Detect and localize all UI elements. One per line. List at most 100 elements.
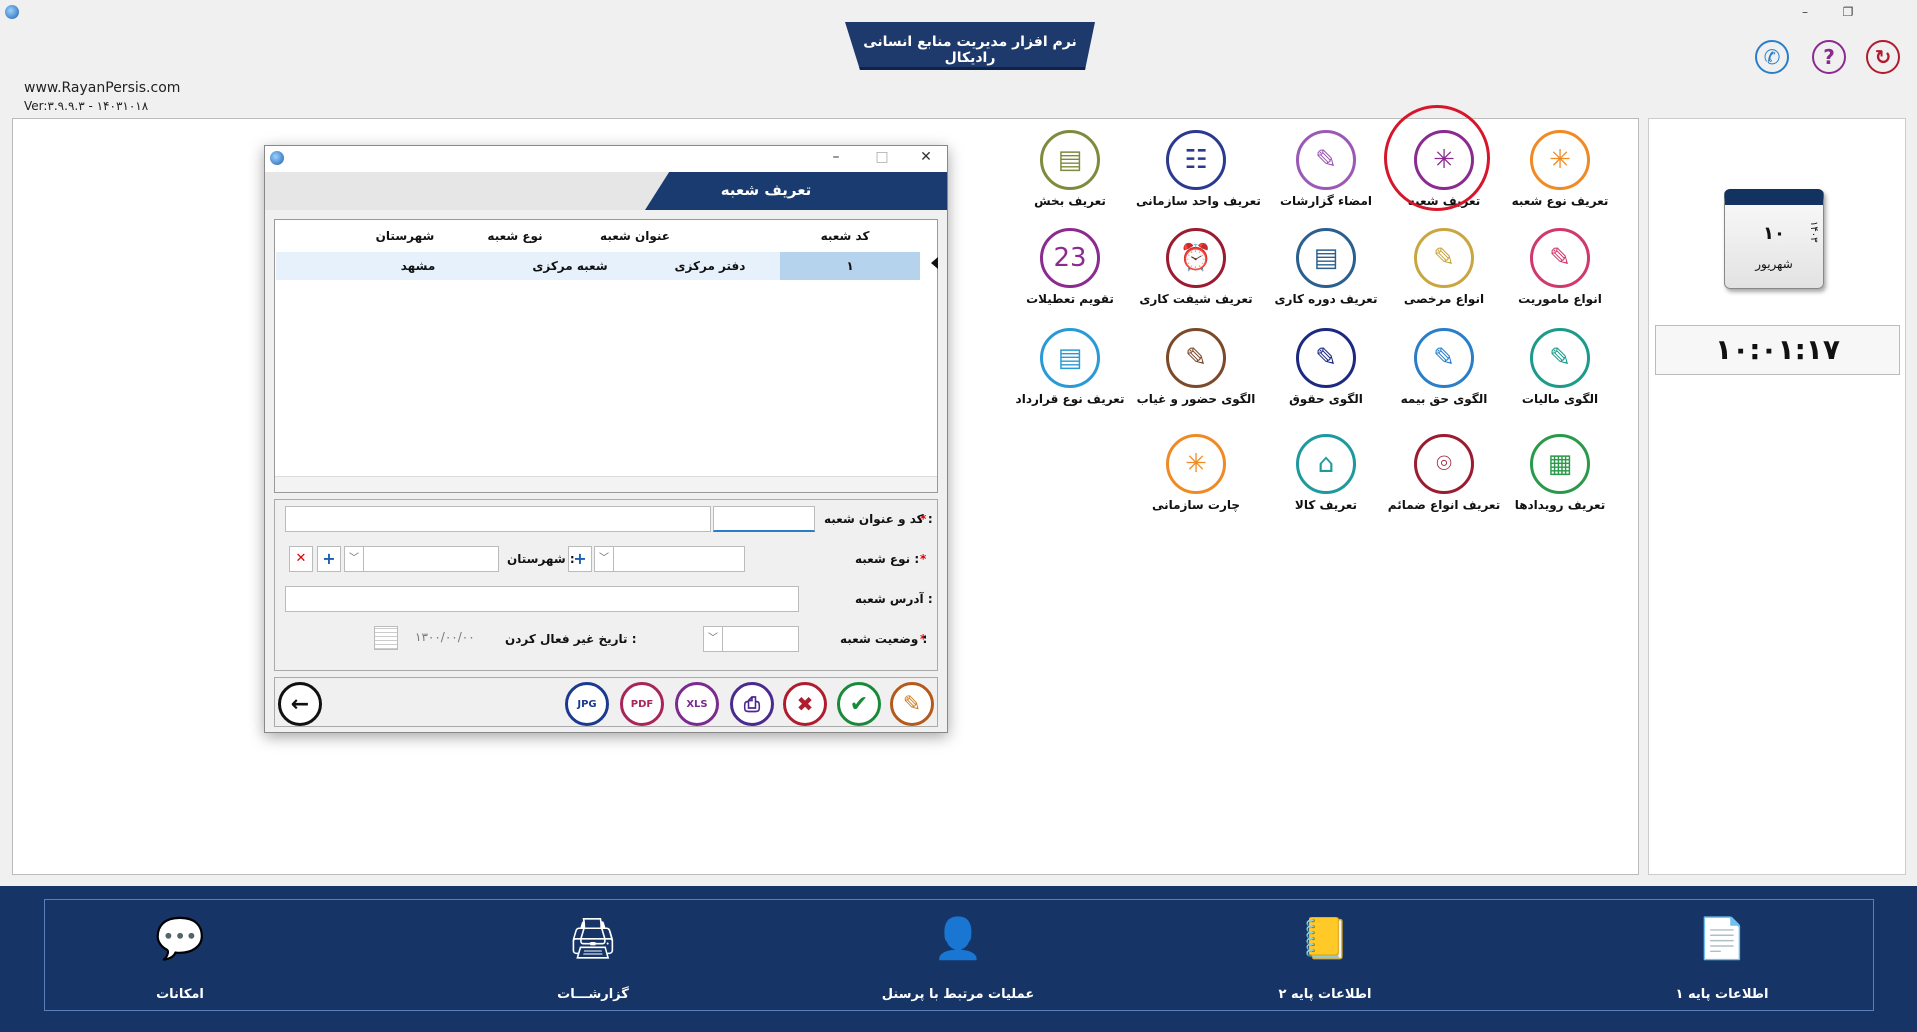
phone-icon[interactable]: ✆ [1755,40,1789,74]
export-pdf-button[interactable]: PDF [620,682,664,726]
icon-mission-types[interactable]: ✎ انواع ماموریت [1500,228,1620,306]
dialog-close-button[interactable]: ✕ [915,149,937,167]
insurance-pattern-icon: ✎ [1414,328,1474,388]
icon-work-shift[interactable]: ⏰ تعریف شیفت کاری [1136,228,1256,306]
icon-leave-types[interactable]: ✎ انواع مرخصی [1384,228,1504,306]
branch-definition-dialog: – □ ✕ تعریف شعبه کد شعبه عنوان شعبه نوع … [264,145,948,733]
icon-goods[interactable]: ⌂ تعریف کالا [1266,434,1386,512]
icon-section[interactable]: ▤ تعریف بخش [1010,130,1130,208]
delete-button[interactable]: ✖ [783,682,827,726]
icon-label: انواع مرخصی [1403,292,1485,306]
status-dropdown-icon[interactable]: ﹀ [703,626,723,652]
icon-label: تعریف نوع شعبه [1511,194,1609,208]
work-shift-icon: ⏰ [1166,228,1226,288]
nav-basic-info-2[interactable]: 📒 اطلاعات پایه ۲ [1215,905,1435,1003]
export-xls-button[interactable]: XLS [675,682,719,726]
grid-cell-type[interactable]: شعبه مرکزی [500,252,640,280]
icon-work-period[interactable]: ▤ تعریف دوره کاری [1266,228,1386,306]
nav-reports[interactable]: 🖨 گزارشـــات [483,905,703,1003]
branch-grid[interactable]: کد شعبه عنوان شعبه نوع شعبه شهرستان ۱ دف… [274,219,938,493]
export-jpg-button[interactable]: JPG [565,682,609,726]
clear-city-button[interactable]: ✕ [289,546,313,572]
calendar-picker-icon[interactable] [374,626,398,650]
grid-header-code[interactable]: کد شعبه [780,225,910,249]
grid-header-city[interactable]: شهرستان [340,225,470,249]
mission-types-icon: ✎ [1530,228,1590,288]
branch-type-select[interactable] [613,546,745,572]
icon-label: الگوی حضور و غیاب [1136,392,1256,406]
city-select[interactable] [363,546,499,572]
nav-label: گزارشـــات [557,987,629,1002]
grid-cell-code[interactable]: ۱ [780,252,920,280]
icon-label: تعریف واحد سازمانی [1136,194,1261,208]
grid-scrollbar[interactable] [275,476,937,492]
city-dropdown-icon[interactable]: ﹀ [344,546,364,572]
report-signature-icon: ✎ [1296,130,1356,190]
leave-types-icon: ✎ [1414,228,1474,288]
icon-tax-pattern[interactable]: ✎ الگوی مالیات [1500,328,1620,406]
nav-personnel-operations[interactable]: 👤 عملیات مرتبط با پرسنل [848,905,1068,1003]
dialog-title-banner: تعریف شعبه [645,172,947,210]
icon-label: تقویم تعطیلات [1026,292,1114,306]
branch-type-dropdown-icon[interactable]: ﹀ [594,546,614,572]
icon-contract-type[interactable]: ▤ تعریف نوع قرارداد [1010,328,1130,406]
icon-branch-type[interactable]: ✳ تعریف نوع شعبه [1500,130,1620,208]
website-link[interactable]: www.RayanPersis.com [24,80,180,96]
nav-basic-info-1[interactable]: 📄 اطلاعات پایه ۱ [1612,905,1832,1003]
status-label: وضعیت شعبه : [840,632,928,646]
minimize-button[interactable]: – [1794,4,1816,20]
section-icon: ▤ [1040,130,1100,190]
restore-button[interactable]: ❐ [1837,4,1859,20]
icon-label: تعریف نوع قرارداد [1015,392,1125,406]
nav-label: اطلاعات پایه ۲ [1278,987,1372,1002]
dialog-maximize-button[interactable]: □ [871,149,893,167]
holiday-calendar-icon: 23 [1040,228,1100,288]
events-icon: ▦ [1530,434,1590,494]
icon-org-unit[interactable]: ☷ تعریف واحد سازمانی [1136,130,1261,208]
grid-cell-title[interactable]: دفتر مرکزی [640,252,780,280]
dialog-button-bar: ← JPG PDF XLS ⎙ ✖ ✔ ✎ [274,677,938,727]
icon-label: تعریف کالا [1294,498,1358,512]
edit-button[interactable]: ✎ [890,682,934,726]
deactivation-date-input[interactable]: ۱۳۰۰/۰۰/۰۰ [415,630,475,644]
grid-header-title[interactable]: عنوان شعبه [570,225,700,249]
help-icon[interactable]: ? [1812,40,1846,74]
salary-pattern-icon: ✎ [1296,328,1356,388]
goods-icon: ⌂ [1296,434,1356,494]
icon-label: الگوی حقوق [1289,392,1363,406]
nav-facilities[interactable]: 💬 امکانات [70,905,290,1003]
back-button[interactable]: ← [278,682,322,726]
add-city-button[interactable]: + [317,546,341,572]
icon-salary-pattern[interactable]: ✎ الگوی حقوق [1266,328,1386,406]
city-label: شهرستان : [507,552,575,566]
icon-holiday-calendar[interactable]: 23 تقویم تعطیلات [1010,228,1130,306]
exit-icon[interactable]: ↻ [1866,40,1900,74]
confirm-button[interactable]: ✔ [837,682,881,726]
icon-label: الگوی حق بیمه [1400,392,1488,406]
nav-label: امکانات [156,987,204,1002]
address-input[interactable] [285,586,799,612]
reports-icon: 🖨 [567,915,619,962]
icon-label: تعریف دوره کاری [1274,292,1378,306]
required-mark: * [920,552,927,566]
icon-attachment-types[interactable]: ⌾ تعریف انواع ضمائم [1384,434,1504,512]
icon-label: چارت سازمانی [1151,498,1241,512]
icon-attendance-pattern[interactable]: ✎ الگوی حضور و غیاب [1136,328,1256,406]
print-button[interactable]: ⎙ [730,682,774,726]
work-period-icon: ▤ [1296,228,1356,288]
dialog-app-icon [270,151,284,165]
grid-cell-city[interactable]: مشهد [276,252,500,280]
version-text: Ver:۳.۹.۹.۳ - ۱۴۰۳۱۰۱۸ [24,99,149,113]
icon-report-signature[interactable]: ✎ امضاء گزارشات [1266,130,1386,208]
icon-org-chart[interactable]: ✳ چارت سازمانی [1136,434,1256,512]
app-title: نرم افزار مدیریت منابع انسانی رادیکال [863,34,1077,66]
branch-title-input[interactable] [285,506,711,532]
branch-code-input[interactable] [713,506,815,532]
branch-type-label: نوع شعبه : [855,552,920,566]
attendance-pattern-icon: ✎ [1166,328,1226,388]
calendar-month: شهریور [1755,257,1793,271]
dialog-minimize-button[interactable]: – [825,149,847,167]
icon-insurance-pattern[interactable]: ✎ الگوی حق بیمه [1384,328,1504,406]
icon-events[interactable]: ▦ تعریف رویدادها [1500,434,1620,512]
icon-label: الگوی مالیات [1521,392,1599,406]
